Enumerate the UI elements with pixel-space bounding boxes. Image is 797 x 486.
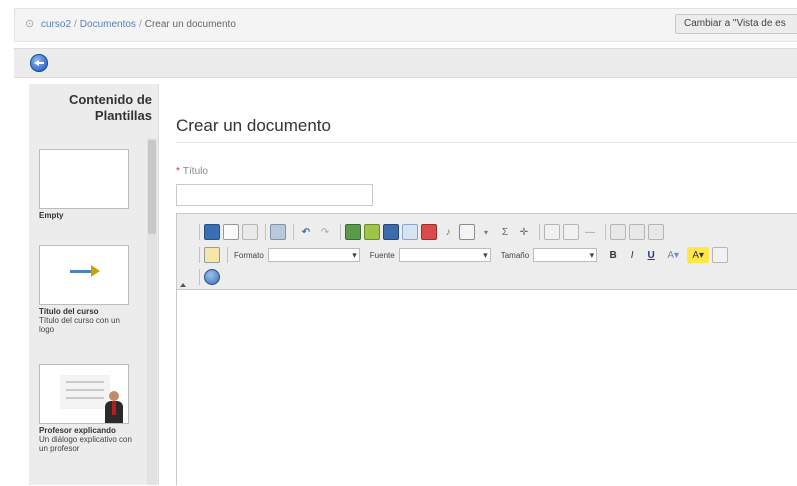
home-icon[interactable]: ⊙ [25, 19, 36, 30]
italic-button[interactable]: I [624, 247, 640, 263]
title-divider [176, 142, 797, 143]
template-description: Título del curso con un logo [39, 316, 120, 334]
redo-icon[interactable]: ↷ [317, 224, 333, 240]
table-dropdown-icon[interactable]: ▾ [478, 224, 494, 240]
new-document-icon[interactable] [223, 224, 239, 240]
template-name: Profesor explicando [39, 426, 116, 435]
breadcrumb-current: Crear un documento [144, 19, 236, 30]
editor-content-area[interactable] [177, 290, 797, 486]
toolbar-row-1: ↶ ↷ ♪ ▾ Σ ✛ — [195, 223, 667, 241]
bold-button[interactable]: B [605, 247, 621, 263]
main-content: Crear un documento * Título ↶ ↷ ♪ ▾ Σ ✛ … [176, 84, 797, 486]
template-course-title[interactable]: Título del curso Título del curso con un… [39, 245, 134, 334]
template-thumbnail[interactable] [39, 245, 129, 305]
breadcrumb-bar: ⊙ curso2/Documentos / Crear un documento C… [14, 8, 797, 42]
source-icon[interactable] [204, 247, 220, 263]
template-thumbnail[interactable] [39, 149, 129, 209]
align-right-icon[interactable] [648, 224, 664, 240]
templates-icon[interactable] [242, 224, 258, 240]
image-icon[interactable] [345, 224, 361, 240]
font-label: Fuente [369, 250, 395, 260]
music-icon[interactable]: ♪ [440, 224, 456, 240]
title-field-label: * Título [176, 166, 208, 177]
template-description: Un diálogo explicativo con un profesor [39, 435, 132, 453]
switch-view-button[interactable]: Cambiar a "Vista de es [675, 14, 797, 34]
teacher-illustration-icon [104, 391, 124, 423]
table-icon[interactable] [459, 224, 475, 240]
breadcrumb-course-link[interactable]: curso2 [41, 19, 71, 30]
preview-icon[interactable] [712, 247, 729, 263]
rich-text-editor: ↶ ↷ ♪ ▾ Σ ✛ — Formato ▾ Fuente ▾ Tamaño … [176, 213, 797, 486]
highlight-color-icon[interactable]: A▾ [687, 247, 710, 263]
title-input[interactable] [176, 184, 373, 206]
font-select[interactable] [398, 248, 491, 262]
globe-icon[interactable] [204, 269, 220, 285]
save-icon[interactable] [204, 224, 220, 240]
template-empty[interactable]: Empty [39, 149, 134, 220]
link-icon[interactable] [402, 224, 418, 240]
action-bar [14, 48, 797, 78]
maximize-icon[interactable]: ✛ [516, 224, 532, 240]
template-teacher-explaining[interactable]: Profesor explicando Un diálogo explicati… [39, 364, 134, 453]
page-title: Crear un documento [176, 116, 331, 135]
special-chars-icon[interactable]: Σ [497, 224, 513, 240]
unordered-list-icon[interactable] [563, 224, 579, 240]
templates-panel-title: Contenido de Plantillas [68, 92, 152, 123]
slide-illustration [60, 375, 110, 409]
template-thumbnail[interactable] [39, 364, 129, 424]
video-icon[interactable] [383, 224, 399, 240]
breadcrumb-separator: / [74, 19, 77, 30]
collapse-toolbar-icon[interactable] [180, 283, 186, 287]
templates-scrollbar-thumb[interactable] [148, 140, 156, 234]
format-select[interactable] [267, 248, 360, 262]
text-color-icon[interactable]: A▾ [662, 247, 684, 263]
horizontal-rule-icon[interactable]: — [582, 224, 598, 240]
arrow-logo-icon [70, 265, 100, 277]
breadcrumb-separator: / [138, 19, 142, 30]
back-icon[interactable] [30, 54, 48, 72]
undo-icon[interactable]: ↶ [298, 224, 314, 240]
paste-icon[interactable] [270, 224, 286, 240]
ordered-list-icon[interactable] [544, 224, 560, 240]
audio-icon[interactable] [421, 224, 437, 240]
editor-toolbar: ↶ ↷ ♪ ▾ Σ ✛ — Formato ▾ Fuente ▾ Tamaño … [177, 214, 797, 290]
template-name: Empty [39, 211, 64, 220]
align-center-icon[interactable] [629, 224, 645, 240]
underline-button[interactable]: U [643, 247, 659, 263]
toolbar-row-3 [195, 268, 223, 286]
toolbar-row-2: Formato Fuente Tamaño B I U A▾ A▾ [195, 246, 731, 264]
breadcrumb-documents-link[interactable]: Documentos [80, 19, 136, 30]
title-label-text: Título [182, 166, 208, 177]
size-select[interactable] [533, 248, 598, 262]
template-name: Título del curso [39, 307, 99, 316]
templates-panel: Contenido de Plantillas Empty Título del… [29, 84, 159, 485]
format-label: Formato [234, 250, 264, 260]
breadcrumb: curso2/Documentos / Crear un documento [41, 19, 236, 30]
flash-icon[interactable] [364, 224, 380, 240]
required-mark: * [176, 166, 180, 177]
align-left-icon[interactable] [610, 224, 626, 240]
size-label: Tamaño [500, 250, 530, 260]
